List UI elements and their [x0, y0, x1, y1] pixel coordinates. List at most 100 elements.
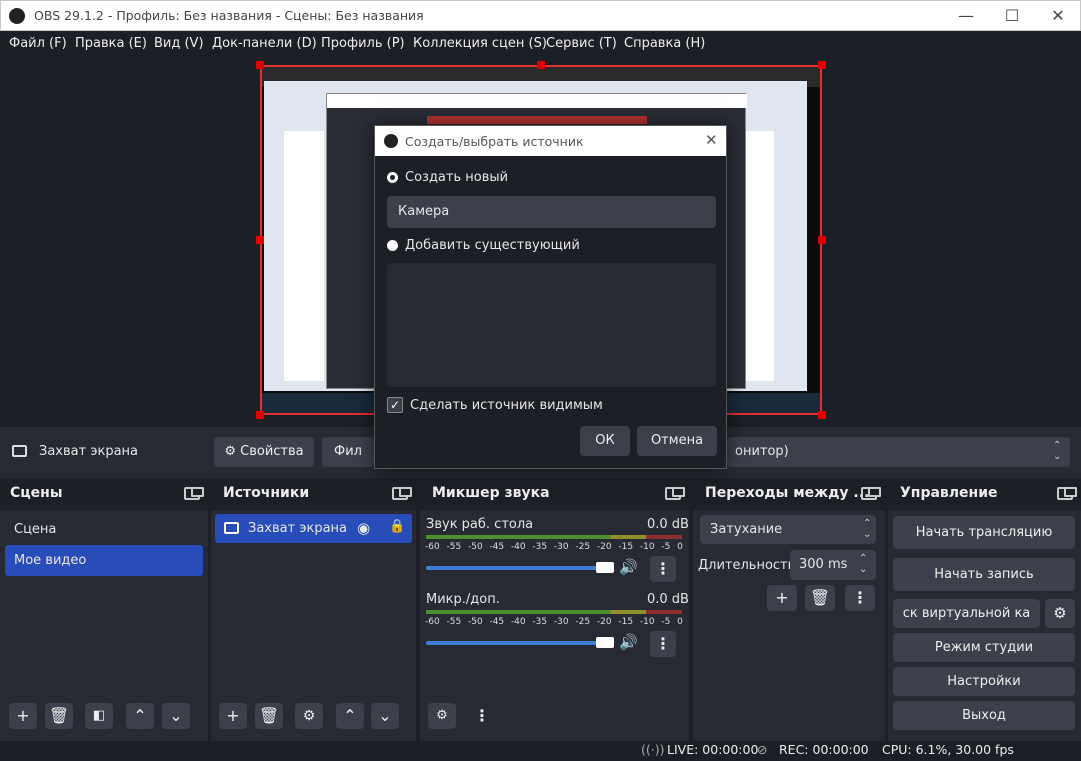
menu-help[interactable]: Справка (H) [624, 36, 705, 51]
meter-scale: -60 -55 -50 -45 -40 -35 -30 -25 -20 -15 -10 -5 0 [425, 617, 683, 627]
gear-icon[interactable]: ⚙ [295, 703, 323, 729]
speaker-icon[interactable]: 🔊 [619, 558, 638, 576]
create-new-radio[interactable] [387, 172, 398, 183]
lock-icon[interactable]: 🔒 [389, 519, 405, 534]
volume-meter [426, 610, 682, 614]
controls-dock: Управление Начать трансляцию Начать запи… [888, 478, 1081, 741]
close-button[interactable]: ✕ [1035, 1, 1081, 31]
menu-edit[interactable]: Правка (E) [75, 36, 147, 51]
existing-sources-list[interactable] [387, 263, 716, 387]
sources-header: Источники [211, 478, 416, 510]
controls-title: Управление [900, 485, 998, 501]
resize-handle[interactable] [256, 411, 264, 419]
exit-button[interactable]: Выход [893, 701, 1075, 730]
resize-handle[interactable] [818, 411, 826, 419]
trash-icon[interactable]: 🗑 [255, 703, 283, 729]
trash-icon[interactable]: 🗑 [45, 703, 73, 729]
add-source-button[interactable]: + [219, 703, 247, 729]
volume-slider-handle[interactable] [596, 562, 614, 573]
menu-profile[interactable]: Профиль (P) [321, 36, 405, 51]
title-bar: OBS 29.1.2 - Профиль: Без названия - Сце… [0, 0, 1081, 31]
add-scene-button[interactable]: + [9, 703, 37, 729]
menu-file[interactable]: Файл (F) [9, 36, 67, 51]
mixer-header: Микшер звука [420, 478, 689, 510]
properties-button[interactable]: ⚙ Свойства [214, 437, 314, 467]
channel-menu-icon[interactable]: ⋮ [650, 631, 676, 657]
source-item[interactable]: Захват экрана ◉ 🔒 [215, 514, 412, 543]
virtual-camera-button[interactable]: ск виртуальной ка [893, 599, 1040, 628]
rec-timer: REC: 00:00:00 [779, 742, 869, 757]
mixer-gear-icon[interactable]: ⚙ [428, 703, 456, 729]
studio-mode-button[interactable]: Режим студии [893, 633, 1075, 662]
make-visible-label: Сделать источник видимым [410, 398, 603, 413]
sources-dock: Источники Захват экрана ◉ 🔒 + 🗑 ⚙ ⌃ ⌄ [211, 478, 416, 741]
move-up-icon[interactable]: ⌃ [336, 703, 364, 729]
trash-icon[interactable]: 🗑 [805, 585, 835, 611]
close-icon[interactable]: ✕ [705, 131, 718, 149]
stream-signal-icon: ((·)) [641, 742, 665, 757]
settings-button[interactable]: Настройки [893, 667, 1075, 696]
resize-handle[interactable] [256, 236, 264, 244]
menu-docks[interactable]: Док-панели (D) [212, 36, 317, 51]
source-name-value: Камера [398, 204, 450, 219]
resize-handle[interactable] [537, 61, 545, 69]
meter-scale: -60 -55 -50 -45 -40 -35 -30 -25 -20 -15 -10 -5 0 [425, 542, 683, 552]
spinner-arrows-icon: ⌃ ⌄ [1053, 440, 1062, 462]
volume-slider[interactable] [426, 641, 604, 645]
undock-icon[interactable] [392, 487, 412, 500]
monitor-icon [224, 522, 239, 534]
menu-scene-collection[interactable]: Коллекция сцен (S) [413, 36, 547, 51]
speaker-icon[interactable]: 🔊 [619, 633, 638, 651]
menu-bar: Файл (F) Правка (E) Вид (V) Док-панели (… [0, 31, 1081, 57]
scenes-dock: Сцены Сцена Мое видео + 🗑 ◧ ⌃ ⌄ [0, 478, 208, 741]
channel-menu-icon[interactable]: ⋮ [650, 556, 676, 582]
move-down-icon[interactable]: ⌄ [371, 703, 399, 729]
mixer-title: Микшер звука [432, 485, 550, 501]
channel-level: 0.0 dB [647, 517, 689, 532]
obs-logo-icon [9, 8, 25, 24]
undock-icon[interactable] [861, 487, 881, 500]
scenes-title: Сцены [10, 485, 63, 501]
display-select-value: онитор) [735, 444, 789, 459]
start-recording-button[interactable]: Начать запись [893, 558, 1075, 591]
eye-icon[interactable]: ◉ [357, 519, 370, 537]
move-down-icon[interactable]: ⌄ [162, 703, 190, 729]
make-visible-checkbox[interactable]: ✓ [387, 397, 403, 413]
resize-handle[interactable] [818, 236, 826, 244]
scene-filters-icon[interactable]: ◧ [85, 703, 113, 729]
undock-icon[interactable] [184, 487, 204, 500]
cpu-fps: CPU: 6.1%, 30.00 fps [882, 742, 1014, 757]
volume-slider[interactable] [426, 566, 604, 570]
gear-icon[interactable]: ⚙ [1045, 599, 1075, 628]
add-transition-button[interactable]: + [767, 585, 797, 611]
cancel-button[interactable]: Отмена [637, 426, 717, 456]
create-new-label: Создать новый [405, 170, 509, 185]
scene-item[interactable]: Сцена [14, 522, 56, 537]
ok-button[interactable]: ОК [580, 426, 630, 456]
transition-menu-icon[interactable]: ⋮ [845, 585, 875, 611]
duration-input[interactable]: 300 ms ⌃ ⌄ [790, 550, 876, 580]
menu-tools[interactable]: Сервис (T) [546, 36, 617, 51]
move-up-icon[interactable]: ⌃ [126, 703, 154, 729]
mixer-menu-icon[interactable]: ⋮ [468, 703, 496, 729]
filters-button[interactable]: Фил [322, 437, 374, 467]
source-name-input[interactable]: Камера [387, 196, 716, 228]
undock-icon[interactable] [1057, 487, 1077, 500]
gear-icon: ⚙ [224, 444, 236, 459]
undock-icon[interactable] [665, 487, 685, 500]
add-existing-radio[interactable] [387, 240, 398, 251]
start-streaming-button[interactable]: Начать трансляцию [893, 516, 1075, 549]
resize-handle[interactable] [818, 61, 826, 69]
resize-handle[interactable] [256, 61, 264, 69]
transition-select-value: Затухание [710, 522, 783, 537]
scene-item-selected[interactable]: Мое видео [5, 545, 203, 576]
display-select[interactable]: онитор) ⌃ ⌄ [727, 437, 1070, 467]
maximize-button[interactable]: ☐ [989, 1, 1035, 31]
menu-view[interactable]: Вид (V) [154, 36, 204, 51]
controls-header: Управление [888, 478, 1081, 510]
transition-select[interactable]: Затухание ⌃ ⌄ [700, 515, 876, 544]
minimize-button[interactable]: — [943, 1, 989, 31]
volume-slider-handle[interactable] [596, 637, 614, 648]
filters-label: Фил [334, 444, 362, 459]
channel-name: Микр./доп. [426, 592, 500, 607]
